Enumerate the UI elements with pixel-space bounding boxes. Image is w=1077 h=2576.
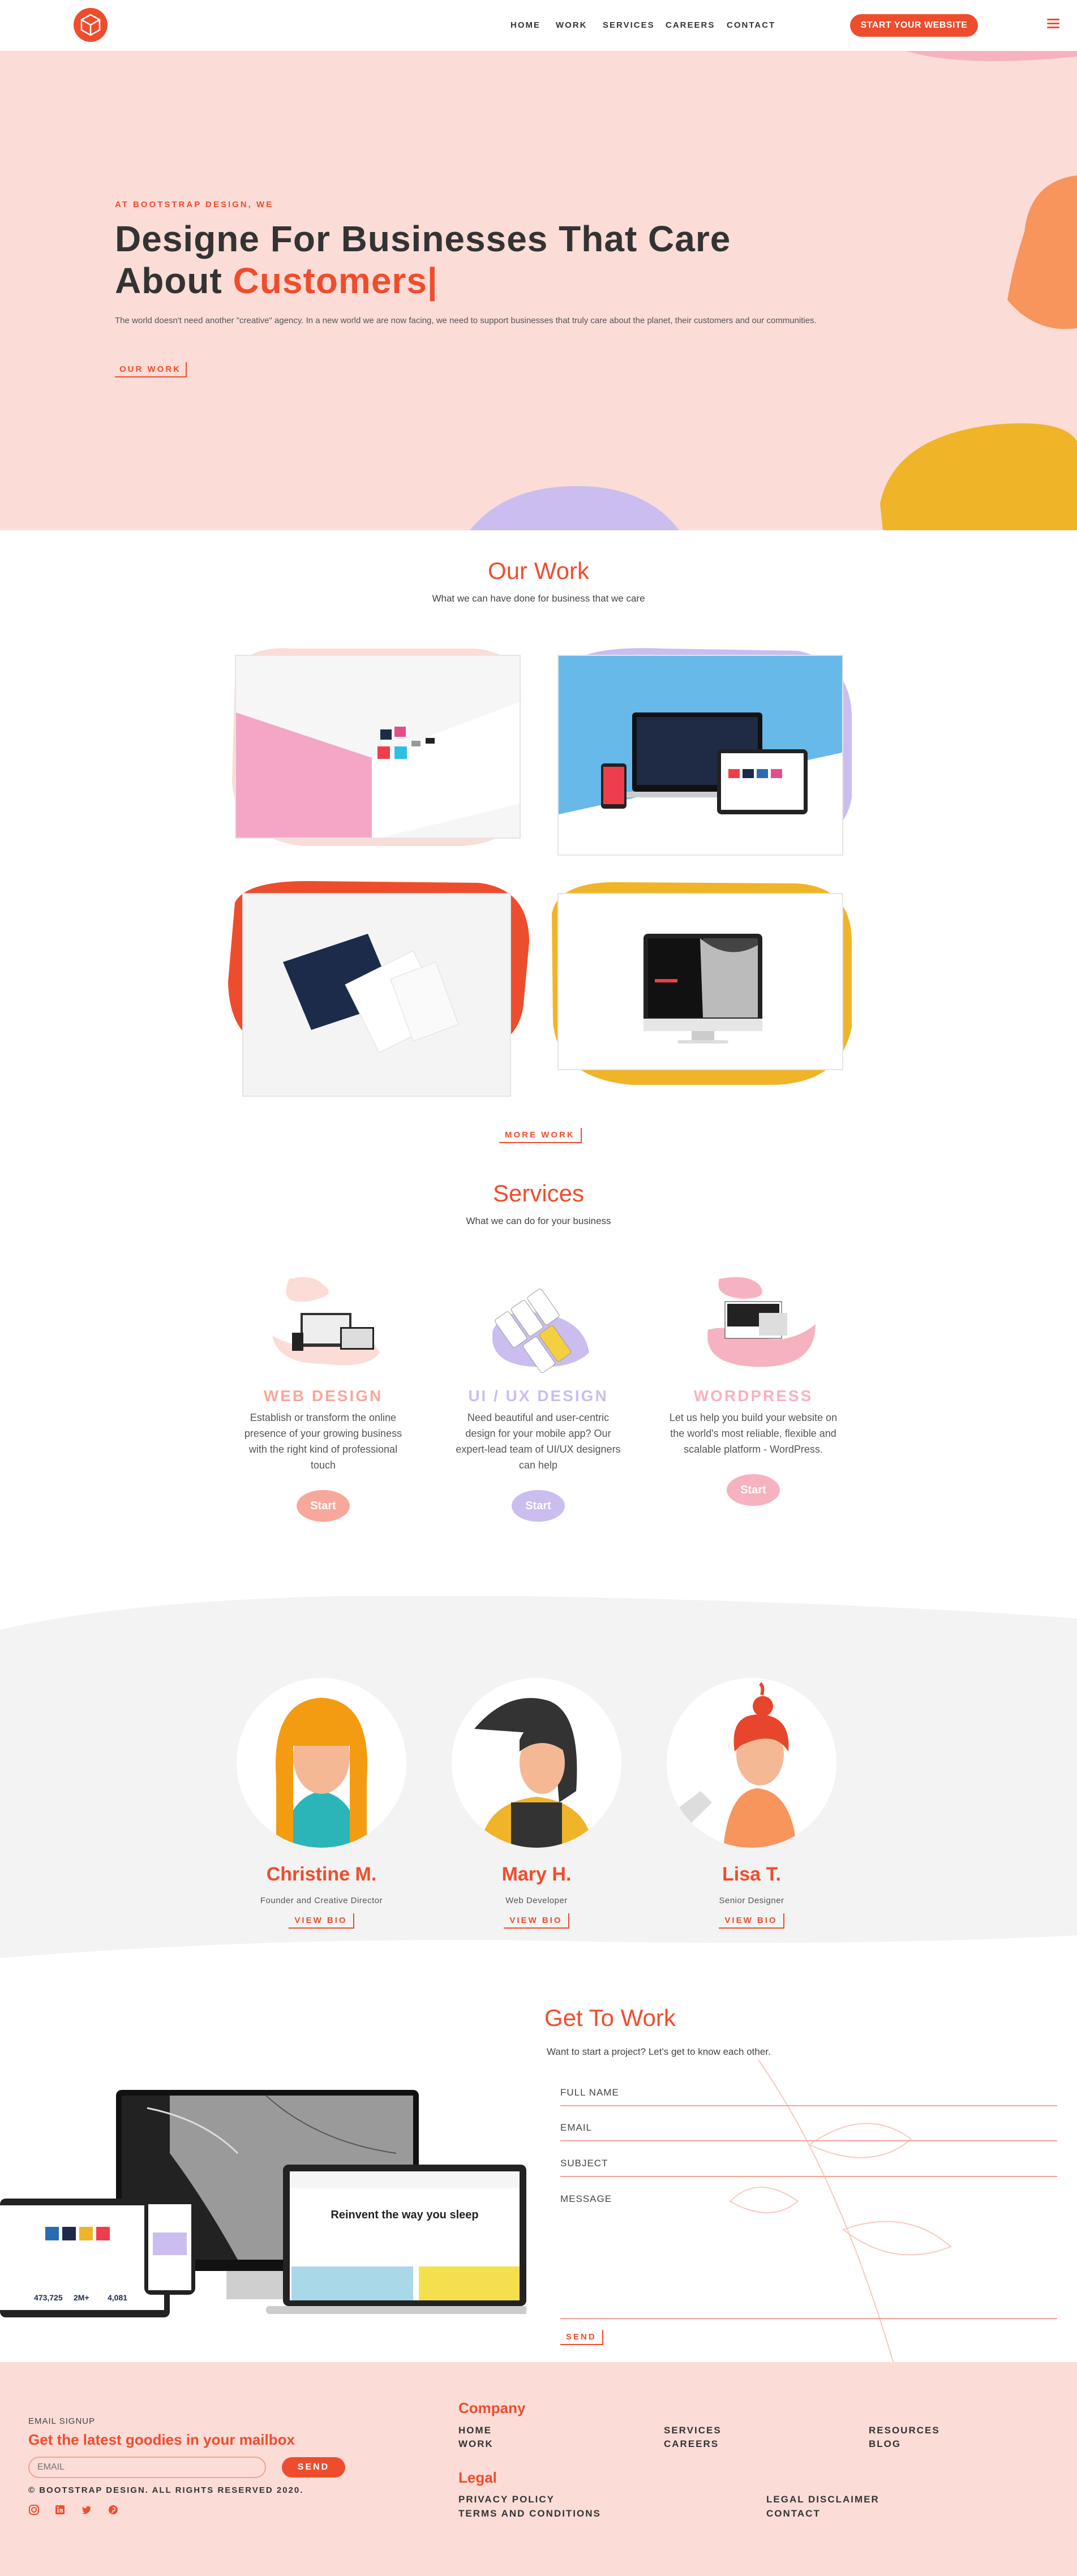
work-title: Our Work [488,557,589,584]
footer-resources-link[interactable]: RESOURCES [869,2425,940,2436]
legal-disclaimer-link[interactable]: LEGAL DISCLAIMER [766,2494,879,2505]
team-bottom-wave [0,1935,1077,1958]
member-role: Founder and Creative Director [260,1896,383,1905]
member-role: Senior Designer [719,1896,784,1905]
hero-tagline: AT BOOTSTRAP DESIGN, WE [115,200,274,209]
view-bio-button[interactable]: VIEW BIO [719,1913,784,1929]
service-ui-ux: UI / UX DESIGN Need beautiful and user-c… [453,1273,623,1522]
message-textarea[interactable]: MESSAGE [560,2193,1057,2319]
newsletter-send-button[interactable]: SEND [282,2457,345,2478]
team-member-card: Lisa T. Senior Designer VIEW BIO [655,1678,848,1929]
mockup-headline: Reinvent the way you sleep [331,2209,478,2221]
view-bio-button[interactable]: VIEW BIO [289,1913,354,1929]
member-name: Lisa T. [722,1864,781,1885]
email-signup-label: EMAIL SIGNUP [28,2416,96,2426]
copyright: © BOOTSTRAP DESIGN. ALL RIGHTS RESERVED … [28,2485,304,2495]
nav-careers-link[interactable]: CAREERS [666,20,715,30]
footer-work-link[interactable]: WORK [458,2438,494,2450]
nav-work-link[interactable]: WORK [556,20,587,30]
service-wordpress: WORDPRESS Let us help you build your web… [668,1273,838,1506]
devices-mockup: Reinvent the way you sleep 473,725 2M+ 4… [0,2090,526,2317]
work-card-devices[interactable] [557,655,843,856]
hero-headline-line2: About [115,260,222,301]
services-title: Services [492,1180,585,1207]
member-name: Mary H. [501,1864,572,1885]
linkedin-icon[interactable] [54,2504,66,2515]
service-title: WEB DESIGN [263,1387,383,1405]
work-card-brochure[interactable] [235,655,521,839]
our-work-button[interactable]: OUR WORK [115,362,187,377]
hero-section: AT BOOTSTRAP DESIGN, WE Designe For Busi… [0,51,1077,530]
wordpress-start-button[interactable]: Start [727,1474,780,1506]
contact-title: Get To Work [544,2004,676,2031]
footer-careers-link[interactable]: CAREERS [664,2438,719,2450]
email-input[interactable]: EMAIL [560,2122,1057,2141]
hero-headline: Designe For Businesses That Care About C… [115,218,851,302]
terms-link[interactable]: TERMS AND CONDITIONS [458,2508,601,2519]
hero-headline-highlight: Customers| [233,260,438,301]
company-heading: Company [458,2399,526,2416]
ui-ux-illustration [492,1289,589,1373]
team-section: Christine M. Founder and Creative Direct… [0,1585,1077,1958]
member-name: Christine M. [266,1864,377,1885]
top-navbar: HOME WORK SERVICES CAREERS CONTACT START… [0,0,1077,51]
services-subtitle: What we can do for your business [466,1216,611,1226]
hero-description: The world doesn't need another "creative… [115,316,817,325]
footer-blog-link[interactable]: BLOG [869,2438,901,2450]
ui-ux-start-button[interactable]: Start [512,1490,565,1522]
legal-heading: Legal [458,2469,497,2486]
service-description: Let us help you build your website on th… [669,1412,838,1455]
signup-title: Get the latest goodies in your mailbox [28,2431,295,2448]
instagram-icon[interactable] [28,2504,40,2515]
service-description: Establish or transform the online presen… [244,1412,402,1471]
more-work-button[interactable]: MORE WORK [499,1128,582,1143]
service-description: Need beautiful and user-centric design f… [456,1412,621,1471]
team-top-wave [0,1585,1077,1630]
team-member-card: Christine M. Founder and Creative Direct… [225,1678,418,1929]
hamburger-icon[interactable] [1047,19,1059,30]
newsletter-email-input[interactable] [28,2457,266,2478]
web-design-illustration [272,1277,380,1366]
nav-services-link[interactable]: SERVICES [603,20,655,30]
wordpress-illustration [707,1277,816,1367]
footer-home-link[interactable]: HOME [458,2425,492,2436]
avatar [452,1678,621,1848]
service-title: WORDPRESS [693,1387,813,1405]
pinterest-icon[interactable] [108,2504,119,2515]
mockup-stat: 4,081 [108,2293,127,2302]
twitter-icon[interactable] [81,2504,92,2515]
footer-services-link[interactable]: SERVICES [664,2425,722,2436]
footer-contact-link[interactable]: CONTACT [766,2508,821,2519]
avatar [667,1678,836,1848]
nav-contact-link[interactable]: CONTACT [727,20,775,30]
web-design-start-button[interactable]: Start [297,1490,350,1522]
member-role: Web Developer [505,1896,568,1905]
start-website-button[interactable]: START YOUR WEBSITE [850,14,978,37]
service-title: UI / UX DESIGN [468,1387,608,1405]
work-subtitle: What we can have done for business that … [432,593,645,604]
nav-home-link[interactable]: HOME [510,20,540,30]
avatar [237,1678,406,1848]
subject-input[interactable]: SUBJECT [560,2158,1057,2177]
hero-headline-line1: Designe For Businesses That Care [115,218,731,259]
privacy-policy-link[interactable]: PRIVACY POLICY [458,2494,555,2505]
cube-logo-icon[interactable] [72,7,109,43]
view-bio-button[interactable]: VIEW BIO [504,1913,569,1929]
service-web-design: WEB DESIGN Establish or transform the on… [238,1273,408,1522]
send-message-button[interactable]: SEND [560,2330,603,2345]
mockup-stat: 473,725 [34,2293,63,2302]
full-name-input[interactable]: FULL NAME [560,2087,1057,2106]
team-member-card: Mary H. Web Developer VIEW BIO [440,1678,633,1929]
mockup-stat: 2M+ [74,2293,89,2302]
work-card-business-cards[interactable] [242,893,511,1097]
contact-subtitle: Want to start a project? Let's get to kn… [547,2046,771,2057]
work-card-imac[interactable] [557,893,843,1070]
